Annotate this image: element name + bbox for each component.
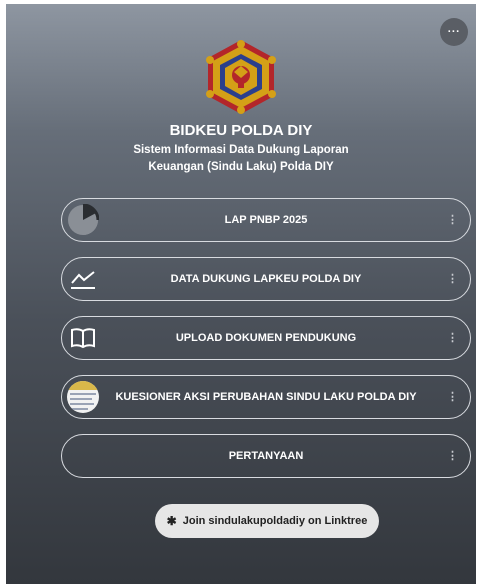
linktree-star-icon: ✱ xyxy=(166,514,177,528)
link-data-dukung-lapkeu[interactable]: DATA DUKUNG LAPKEU POLDA DIY ⋮ xyxy=(61,257,471,301)
profile-panel: ··· BIDKEU POLDA DIY Sistem Informasi Da… xyxy=(6,4,476,584)
link-options-icon[interactable]: ⋮ xyxy=(447,269,458,289)
link-pertanyaan[interactable]: PERTANYAAN ⋮ xyxy=(61,434,471,478)
link-options-icon[interactable]: ⋮ xyxy=(447,387,458,407)
join-linktree-label: Join sindulakupoldadiy on Linktree xyxy=(182,515,368,527)
link-upload-dokumen[interactable]: UPLOAD DOKUMEN PENDUKUNG ⋮ xyxy=(61,316,471,360)
link-label: LAP PNBP 2025 xyxy=(224,214,308,226)
profile-subtitle-line-2: Keuangan (Sindu Laku) Polda DIY xyxy=(148,161,334,173)
link-label: KUESIONER AKSI PERUBAHAN SINDU LAKU POLD… xyxy=(115,391,417,403)
join-linktree-button[interactable]: ✱ Join sindulakupoldadiy on Linktree xyxy=(155,504,379,538)
link-label: PERTANYAAN xyxy=(228,450,304,462)
profile-subtitle-line-1: Sistem Informasi Data Dukung Laporan xyxy=(133,144,349,156)
link-options-icon[interactable]: ⋮ xyxy=(447,328,458,348)
link-options-icon[interactable]: ⋮ xyxy=(447,210,458,230)
link-label: DATA DUKUNG LAPKEU POLDA DIY xyxy=(170,273,362,285)
profile-title: BIDKEU POLDA DIY xyxy=(169,122,313,139)
link-label: UPLOAD DOKUMEN PENDUKUNG xyxy=(175,332,357,344)
bidkeu-logo xyxy=(202,38,280,116)
questionnaire-thumbnail xyxy=(66,380,100,414)
progress-circle-icon xyxy=(66,203,100,237)
chart-line-icon xyxy=(66,262,100,296)
link-options-icon[interactable]: ⋮ xyxy=(447,446,458,466)
link-kuesioner[interactable]: KUESIONER AKSI PERUBAHAN SINDU LAKU POLD… xyxy=(61,375,471,419)
book-icon xyxy=(66,321,100,355)
link-lap-pnbp-2025[interactable]: LAP PNBP 2025 ⋮ xyxy=(61,198,471,242)
more-options-button[interactable]: ··· xyxy=(440,18,468,46)
